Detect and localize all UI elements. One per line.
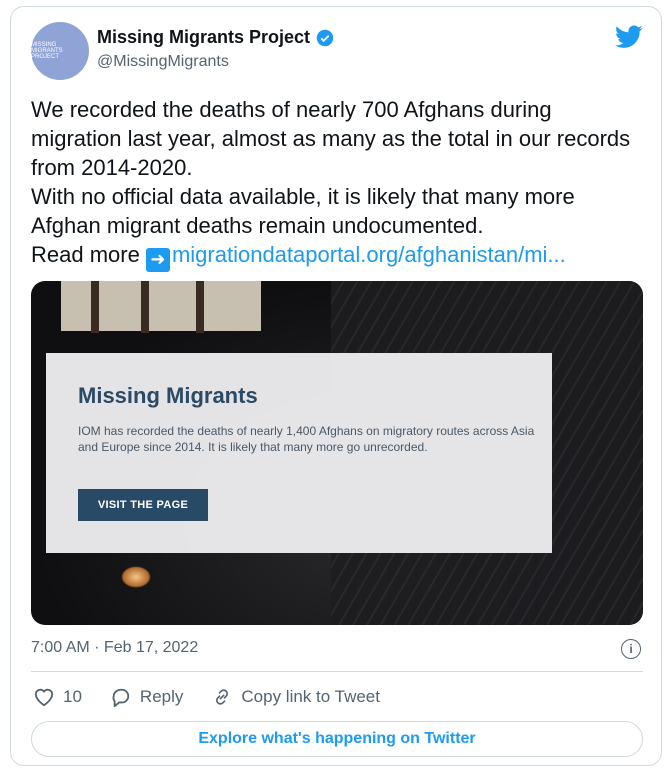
user-name[interactable]: Missing Migrants Project: [97, 27, 310, 48]
reply-icon: [112, 688, 130, 707]
window-bar: [91, 281, 99, 333]
tweet-timestamp[interactable]: 7:00 AM · Feb 17, 2022: [31, 639, 198, 657]
window-bar: [196, 281, 204, 333]
like-button[interactable]: 10: [33, 687, 82, 707]
copy-link-label: Copy link to Tweet: [241, 687, 380, 706]
user-name-row[interactable]: Missing Migrants Project: [97, 27, 334, 48]
candle-flame: [121, 566, 151, 588]
tweet-text: We recorded the deaths of nearly 700 Afg…: [31, 95, 631, 272]
twitter-bird-icon[interactable]: [615, 25, 643, 49]
tweet-line-1: We recorded the deaths of nearly 700 Afg…: [31, 97, 631, 180]
window-bar: [141, 281, 149, 333]
link-icon: [216, 689, 229, 705]
tweet-link[interactable]: migrationdataportal.org/afghanistan/mi..…: [172, 242, 566, 267]
media-overlay: Missing Migrants IOM has recorded the de…: [46, 353, 552, 553]
reply-button[interactable]: Reply: [110, 687, 183, 707]
media-card[interactable]: Missing Migrants IOM has recorded the de…: [31, 281, 643, 625]
divider: [31, 671, 643, 672]
arrow-right-icon: ➜: [145, 247, 170, 272]
reply-label: Reply: [139, 687, 184, 706]
user-handle[interactable]: @MissingMigrants: [97, 53, 229, 71]
tweet-read-more: Read more ➜ migrationdataportal.org/afgha…: [31, 240, 631, 272]
media-title: Missing Migrants: [78, 383, 258, 408]
info-icon[interactable]: i: [621, 639, 641, 659]
avatar-logo-text: MISSING MIGRANTS PROJECT: [31, 42, 63, 60]
heart-icon: [34, 688, 54, 707]
tweet-card: MISSING MIGRANTS PROJECT Missing Migrant…: [10, 6, 662, 766]
read-more-label: Read more: [31, 242, 140, 267]
explore-button[interactable]: Explore what's happening on Twitter: [31, 721, 643, 757]
media-description: IOM has recorded the deaths of nearly 1,…: [78, 424, 535, 454]
avatar[interactable]: MISSING MIGRANTS PROJECT: [31, 22, 89, 80]
tweet-line-2: With no official data available, it is l…: [31, 184, 575, 238]
verified-badge-icon: [316, 29, 334, 46]
action-bar: 10 Reply Copy link to Tweet: [33, 687, 408, 707]
like-count: 10: [63, 687, 82, 706]
visit-page-button[interactable]: VISIT THE PAGE: [78, 489, 208, 521]
copy-link-button[interactable]: Copy link to Tweet: [211, 687, 380, 707]
